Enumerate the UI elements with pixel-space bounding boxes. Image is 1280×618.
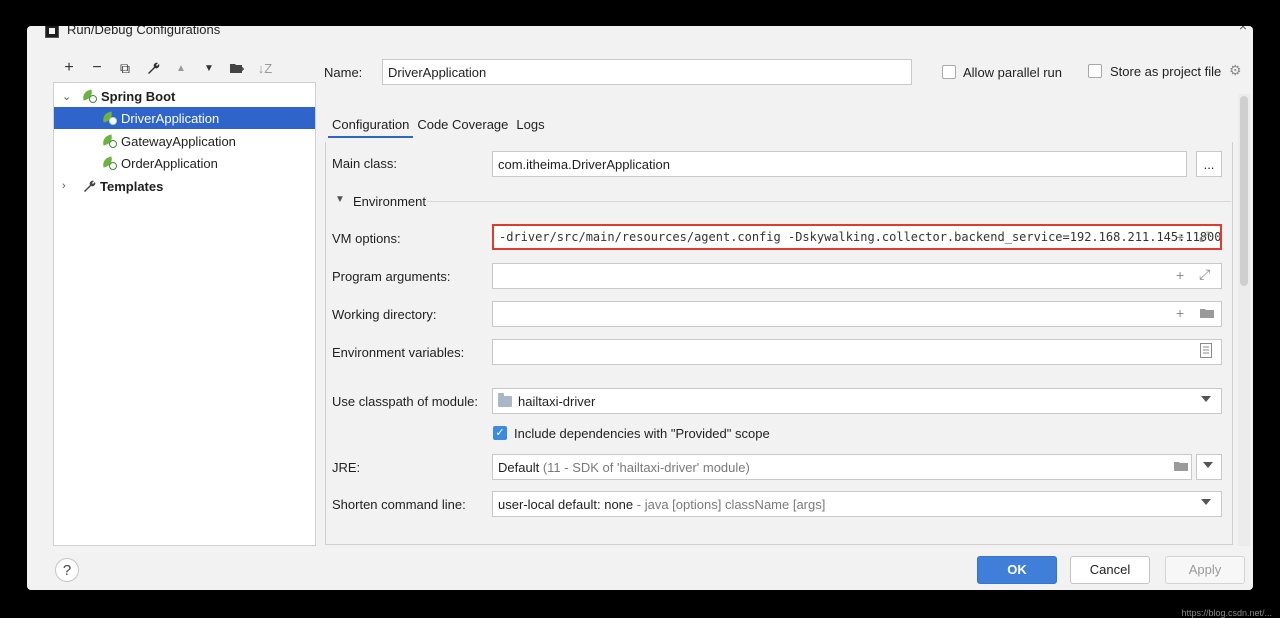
allow-parallel-checkbox[interactable] (942, 65, 956, 79)
sort-icon[interactable]: ↓Z (251, 56, 279, 80)
include-dependencies-checkbox[interactable]: ✓ (493, 426, 507, 440)
chevron-right-icon[interactable]: › (62, 180, 66, 192)
shorten-hint: - java [options] className [args] (636, 496, 826, 512)
expand-icon[interactable]: ⤢ (1199, 266, 1210, 283)
spring-boot-label: Spring Boot (101, 88, 176, 104)
watermark: https://blog.csdn.net/... (1181, 608, 1272, 618)
chevron-down-icon (1203, 462, 1213, 468)
working-directory-label: Working directory: (332, 307, 437, 322)
new-folder-icon[interactable] (223, 56, 251, 80)
close-icon[interactable]: × (1239, 26, 1247, 34)
shorten-command-line-label: Shorten command line: (332, 497, 466, 512)
browse-button[interactable]: ... (1196, 151, 1222, 177)
working-directory-input[interactable] (492, 301, 1222, 327)
chevron-down-icon (1201, 396, 1211, 402)
config-toolbar: + − ⧉ ▲ ▼ ↓Z (55, 56, 279, 80)
configuration-tree: ⌄ Spring Boot DriverApplication GatewayA… (53, 82, 316, 546)
jre-value: Default (498, 459, 540, 475)
plus-icon[interactable]: + (1176, 229, 1184, 245)
shorten-value: user-local default: none (498, 496, 634, 512)
intellij-app-icon (45, 26, 59, 38)
gear-icon[interactable]: ⚙ (1229, 62, 1242, 79)
jre-label: JRE: (332, 460, 361, 475)
title-bar: Run/Debug Configurations × (27, 26, 1253, 42)
tab-logs[interactable]: Logs (512, 114, 548, 136)
scrollbar-thumb[interactable] (1240, 96, 1248, 286)
jre-hint: (11 - SDK of 'hailtaxi-driver' module) (542, 459, 750, 475)
chevron-down-icon (1201, 499, 1211, 505)
apply-button[interactable]: Apply (1165, 556, 1245, 584)
spring-boot-run-icon (100, 156, 118, 170)
wrench-icon (84, 180, 96, 192)
plus-icon[interactable]: + (1176, 267, 1184, 283)
window-title: Run/Debug Configurations (67, 26, 221, 37)
program-arguments-label: Program arguments: (332, 269, 451, 284)
tree-group-templates[interactable]: › Templates (54, 175, 315, 197)
module-folder-icon (498, 392, 512, 407)
folder-icon[interactable] (1199, 306, 1215, 322)
add-icon[interactable]: + (55, 56, 83, 80)
environment-variables-input[interactable] (492, 339, 1222, 365)
spring-boot-run-icon (100, 134, 118, 148)
folder-icon[interactable] (1173, 459, 1189, 475)
help-button[interactable]: ? (55, 558, 79, 582)
main-class-input[interactable]: com.itheima.DriverApplication (492, 151, 1187, 177)
tree-group-spring-boot[interactable]: ⌄ Spring Boot (54, 85, 315, 107)
allow-parallel-label: Allow parallel run (963, 65, 1062, 80)
section-divider (427, 201, 1231, 202)
main-class-label: Main class: (332, 156, 398, 171)
tree-item-label: DriverApplication (121, 110, 220, 126)
move-down-icon[interactable]: ▼ (195, 56, 223, 80)
ok-button[interactable]: OK (977, 556, 1057, 584)
plus-icon[interactable]: + (1176, 305, 1184, 321)
vm-options-input[interactable]: -driver/src/main/resources/agent.config … (492, 224, 1222, 250)
tree-item-gateway-application[interactable]: GatewayApplication (54, 130, 315, 152)
vm-options-label: VM options: (332, 231, 401, 246)
cancel-button[interactable]: Cancel (1070, 556, 1150, 584)
store-project-checkbox[interactable] (1088, 64, 1102, 78)
expand-icon[interactable]: ⤢ (1199, 228, 1210, 245)
jre-input[interactable]: Default (11 - SDK of 'hailtaxi-driver' m… (492, 454, 1192, 480)
templates-label: Templates (100, 178, 164, 194)
jre-dropdown-button[interactable] (1196, 454, 1222, 480)
wrench-icon[interactable] (139, 56, 167, 80)
classpath-module-label: Use classpath of module: (332, 394, 478, 409)
remove-icon[interactable]: − (83, 56, 111, 80)
tab-code-coverage[interactable]: Code Coverage (413, 114, 512, 136)
chevron-down-icon[interactable]: ⌄ (62, 90, 71, 103)
tree-item-driver-application[interactable]: DriverApplication (54, 107, 315, 129)
classpath-module-value: hailtaxi-driver (518, 393, 596, 409)
environment-section-label: Environment (353, 194, 426, 209)
spring-boot-run-icon (100, 111, 118, 125)
tree-item-label: GatewayApplication (121, 133, 236, 149)
vertical-scrollbar[interactable] (1238, 94, 1250, 546)
spring-boot-icon (80, 89, 98, 103)
tree-item-order-application[interactable]: OrderApplication (54, 152, 315, 174)
move-up-icon[interactable]: ▲ (167, 56, 195, 80)
name-input[interactable]: DriverApplication (382, 59, 912, 85)
shorten-command-line-select[interactable]: user-local default: none - java [options… (492, 491, 1222, 517)
program-arguments-input[interactable] (492, 263, 1222, 289)
store-project-label: Store as project file (1110, 64, 1222, 79)
tab-configuration[interactable]: Configuration (328, 114, 414, 138)
environment-variables-label: Environment variables: (332, 345, 465, 360)
include-dependencies-label: Include dependencies with "Provided" sco… (514, 426, 770, 441)
vm-options-value: -driver/src/main/resources/agent.config … (499, 230, 1222, 244)
run-debug-dialog: Run/Debug Configurations × + − ⧉ ▲ ▼ ↓Z … (27, 26, 1253, 590)
tree-item-label: OrderApplication (121, 155, 218, 171)
name-label: Name: (324, 65, 363, 80)
document-icon[interactable] (1200, 343, 1212, 361)
classpath-module-select[interactable]: hailtaxi-driver (492, 388, 1222, 414)
copy-icon[interactable]: ⧉ (111, 56, 139, 80)
chevron-down-icon[interactable]: ▼ (335, 194, 345, 205)
config-tabs: Configuration Code Coverage Logs (328, 114, 549, 138)
